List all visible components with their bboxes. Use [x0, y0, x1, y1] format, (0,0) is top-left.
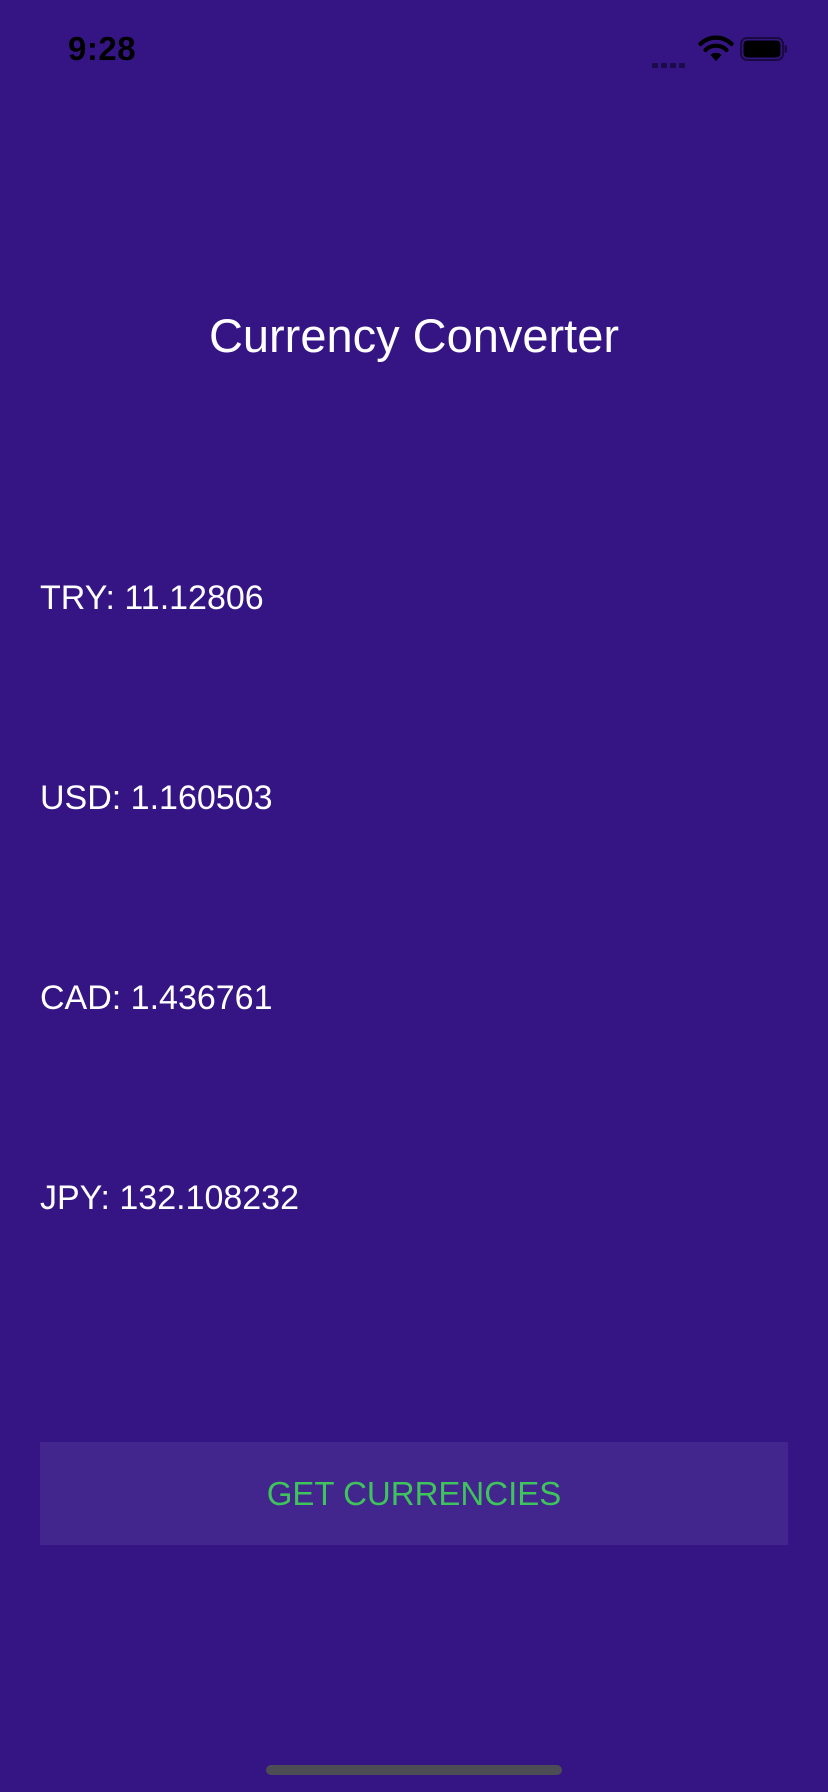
battery-icon — [740, 37, 788, 61]
rate-label-try: TRY: 11.12806 — [40, 579, 264, 617]
rate-label-jpy: JPY: 132.108232 — [40, 1179, 300, 1217]
cellular-signal-icon — [652, 55, 690, 68]
get-currencies-button[interactable]: GET CURRENCIES — [40, 1442, 788, 1545]
rate-label-cad: CAD: 1.436761 — [40, 979, 273, 1017]
home-indicator[interactable] — [266, 1765, 562, 1775]
status-bar: 9:28 — [0, 0, 828, 100]
status-time: 9:28 — [68, 30, 137, 67]
wifi-icon — [698, 34, 734, 62]
page-title: Currency Converter — [208, 309, 620, 362]
rate-label-usd: USD: 1.160503 — [40, 779, 273, 817]
